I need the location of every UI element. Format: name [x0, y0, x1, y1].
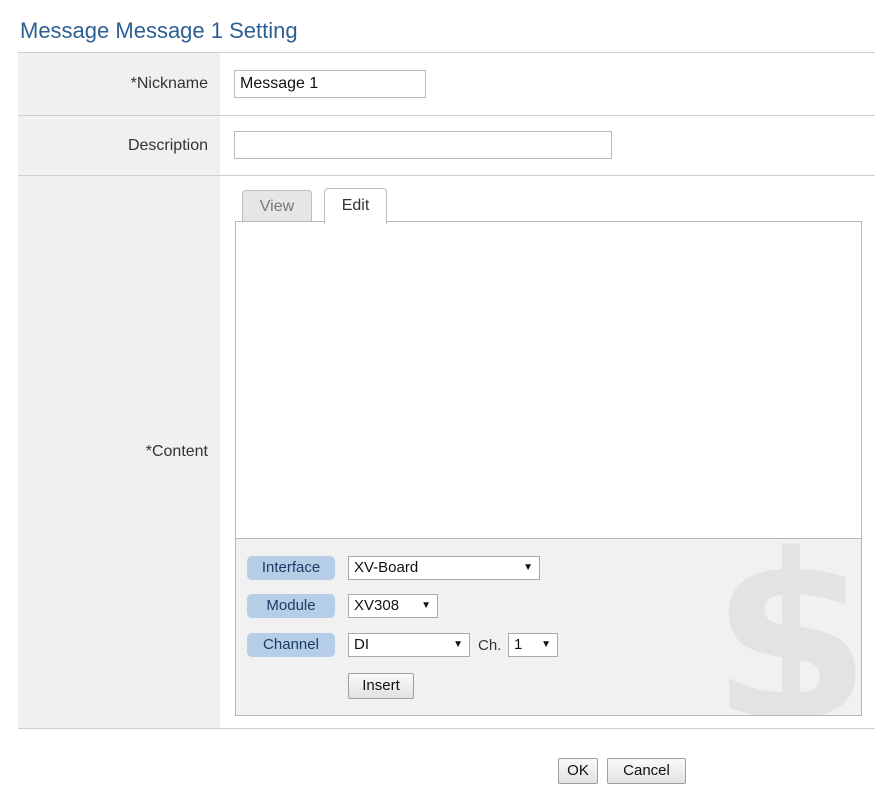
cancel-button[interactable]: Cancel	[607, 758, 686, 784]
module-label: Module	[247, 594, 335, 618]
dropdown-arrow-icon: ▼	[421, 600, 431, 611]
page-title: Message Message 1 Setting	[20, 18, 298, 43]
nickname-row: *Nickname	[18, 53, 875, 116]
module-select[interactable]: XV308 ▼	[348, 594, 438, 618]
description-input[interactable]	[234, 131, 612, 159]
content-label: *Content	[145, 443, 208, 460]
ch-label: Ch.	[478, 637, 502, 654]
channel-label: Channel	[247, 633, 335, 657]
interface-label: Interface	[247, 556, 335, 580]
nickname-input[interactable]	[234, 70, 426, 98]
ch-number-select[interactable]: 1 ▼	[508, 633, 558, 657]
dollar-icon: $	[710, 538, 862, 716]
ch-number-selected-value: 1	[514, 636, 523, 653]
content-label-cell: *Content	[18, 176, 220, 728]
interface-selected-value: XV-Board	[354, 559, 419, 576]
nickname-label-cell: *Nickname	[18, 53, 220, 115]
description-label: Description	[127, 136, 208, 154]
content-editor[interactable]	[235, 221, 862, 539]
channel-selected-value: DI	[354, 636, 369, 653]
dropdown-arrow-icon: ▼	[541, 639, 551, 650]
interface-select[interactable]: XV-Board ▼	[348, 556, 540, 580]
dropdown-arrow-icon: ▼	[523, 562, 533, 573]
description-label-cell: Description	[18, 116, 220, 175]
channel-select[interactable]: DI ▼	[348, 633, 470, 657]
ok-button[interactable]: OK	[558, 758, 598, 784]
dropdown-arrow-icon: ▼	[453, 639, 463, 650]
nickname-label: *Nickname	[130, 75, 208, 92]
tab-edit[interactable]: Edit	[324, 188, 387, 224]
module-selected-value: XV308	[354, 597, 400, 614]
tab-view[interactable]: View	[242, 190, 312, 223]
insert-button[interactable]: Insert	[348, 673, 414, 699]
